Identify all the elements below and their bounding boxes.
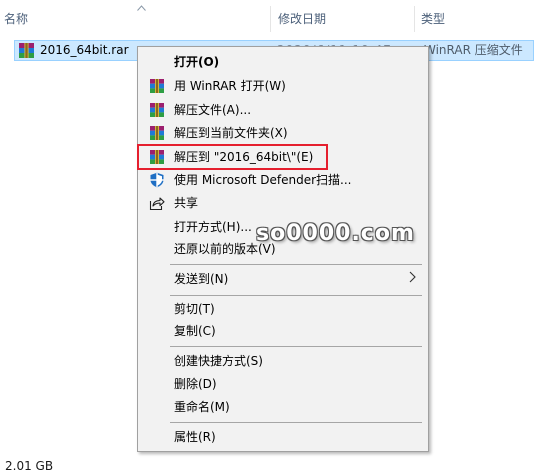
menu-item-label: 共享: [174, 196, 199, 210]
menu-item-defender-scan[interactable]: 使用 Microsoft Defender扫描...: [140, 169, 426, 191]
menu-separator: [170, 295, 422, 296]
winrar-extract-icon: [149, 102, 165, 118]
share-icon: [149, 195, 165, 211]
menu-item-label: 属性(R): [174, 430, 216, 444]
column-date[interactable]: 修改日期: [273, 0, 413, 38]
menu-item-label: 重命名(M): [174, 400, 230, 414]
menu-separator: [170, 264, 422, 265]
menu-item-copy[interactable]: 复制(C): [140, 320, 426, 342]
menu-item-open-winrar[interactable]: 用 WinRAR 打开(W): [140, 75, 426, 97]
menu-item-label: 复制(C): [174, 324, 216, 338]
menu-separator: [170, 346, 422, 347]
menu-item-extract-to[interactable]: 解压到 "2016_64bit\"(E): [137, 144, 426, 170]
menu-item-label: 发送到(N): [174, 272, 229, 286]
column-name-label: 名称: [4, 12, 29, 26]
menu-item-extract-files[interactable]: 解压文件(A)...: [140, 99, 426, 121]
context-menu: 打开(O) 用 WinRAR 打开(W) 解压文件(A)... 解压到当前文件夹…: [137, 46, 429, 452]
menu-item-label: 打开(O): [174, 55, 220, 69]
status-bar-size: 2.01 GB: [5, 459, 54, 473]
menu-item-delete[interactable]: 删除(D): [140, 373, 426, 395]
winrar-icon: [149, 78, 165, 94]
menu-item-cut[interactable]: 剪切(T): [140, 298, 426, 320]
menu-item-label: 剪切(T): [174, 302, 215, 316]
menu-item-properties[interactable]: 属性(R): [140, 426, 426, 448]
menu-item-create-shortcut[interactable]: 创建快捷方式(S): [140, 350, 426, 372]
menu-separator: [170, 422, 422, 423]
watermark-text: so0000.com: [256, 221, 415, 246]
file-type: WinRAR 压缩文件: [424, 43, 523, 57]
menu-item-send-to[interactable]: 发送到(N): [140, 268, 426, 290]
defender-shield-icon: [149, 172, 165, 188]
column-type-label: 类型: [421, 12, 446, 26]
column-divider[interactable]: [414, 6, 415, 32]
menu-item-label: 删除(D): [174, 377, 217, 391]
sort-up-icon: [137, 5, 146, 13]
column-date-label: 修改日期: [278, 12, 327, 26]
menu-item-share[interactable]: 共享: [140, 192, 426, 214]
menu-item-extract-here[interactable]: 解压到当前文件夹(X): [140, 122, 426, 144]
chevron-right-icon: [409, 268, 416, 290]
column-type[interactable]: 类型: [416, 0, 534, 38]
file-name: 2016_64bit.rar: [40, 43, 129, 57]
menu-item-label: 使用 Microsoft Defender扫描...: [174, 173, 352, 187]
menu-item-label: 解压到当前文件夹(X): [174, 126, 288, 140]
menu-item-label: 创建快捷方式(S): [174, 354, 263, 368]
menu-item-rename[interactable]: 重命名(M): [140, 396, 426, 418]
menu-item-label: 用 WinRAR 打开(W): [174, 79, 286, 93]
column-name[interactable]: 名称: [0, 0, 270, 38]
winrar-extract-to-icon: [149, 149, 165, 165]
winrar-archive-icon: [19, 43, 34, 58]
menu-item-open[interactable]: 打开(O): [140, 51, 426, 73]
column-header-bar: 名称 修改日期 类型: [0, 0, 534, 38]
menu-item-label: 解压到 "2016_64bit\"(E): [174, 150, 314, 164]
winrar-extract-here-icon: [149, 125, 165, 141]
column-divider[interactable]: [270, 6, 271, 32]
menu-item-label: 解压文件(A)...: [174, 103, 252, 117]
menu-item-label: 打开方式(H)...: [174, 220, 252, 234]
